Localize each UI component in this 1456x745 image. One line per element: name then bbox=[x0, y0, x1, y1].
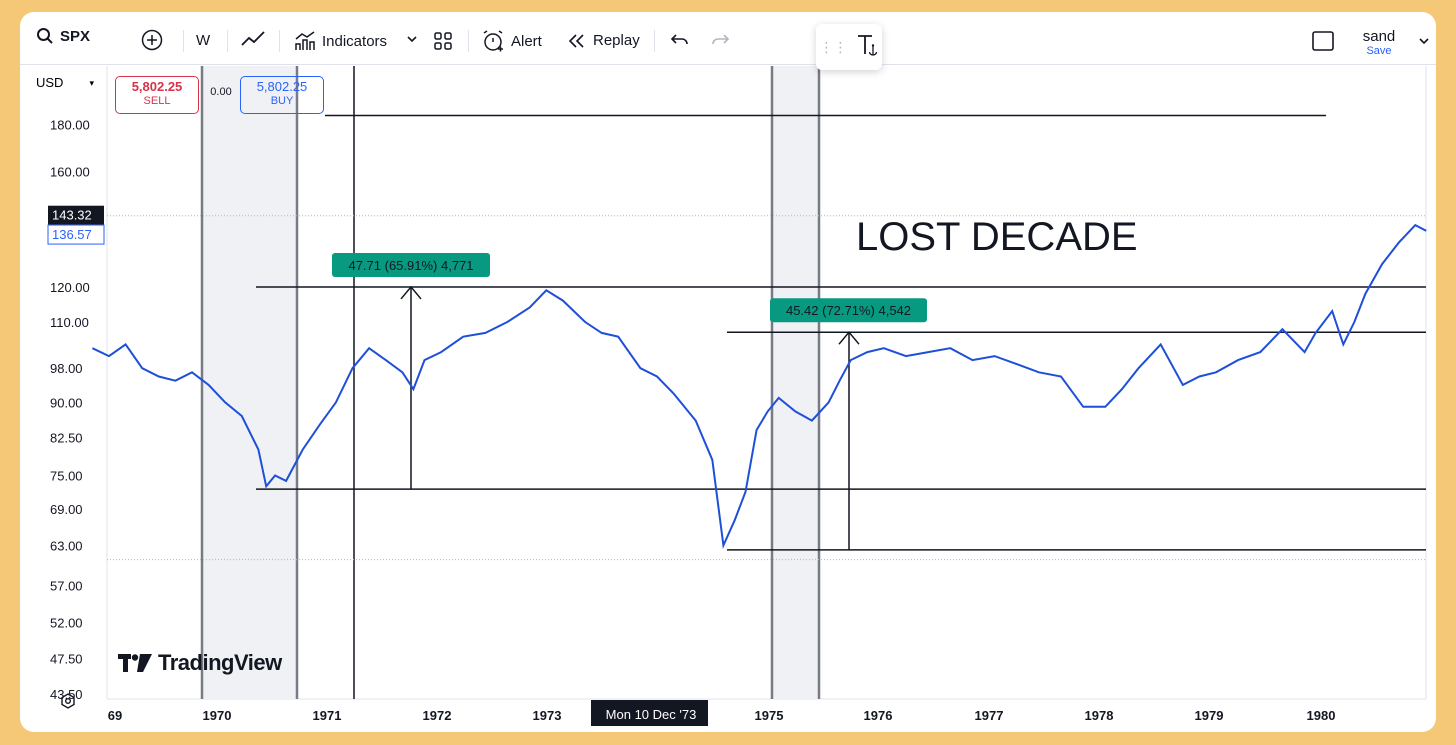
currency-label: USD bbox=[36, 75, 64, 90]
y-tick-label: 69.00 bbox=[50, 502, 83, 517]
currency-selector[interactable]: USD ▾ bbox=[36, 75, 98, 96]
shaded-zone bbox=[772, 66, 819, 699]
y-tick-label: 98.00 bbox=[50, 361, 83, 376]
sell-label: SELL bbox=[143, 94, 171, 107]
square-icon bbox=[1312, 31, 1334, 51]
x-tick-label: 1978 bbox=[1085, 708, 1114, 723]
sell-price: 5,802.25 bbox=[131, 79, 183, 94]
symbol-label: SPX bbox=[60, 27, 91, 45]
y-tick-label: 120.00 bbox=[50, 280, 90, 295]
symbol-search-button[interactable]: SPX bbox=[36, 27, 90, 45]
replay-button[interactable]: Replay bbox=[567, 32, 640, 49]
grid-icon bbox=[433, 31, 453, 51]
horizontal-lines bbox=[256, 114, 1426, 551]
y-tick-label: 52.00 bbox=[50, 615, 83, 630]
toolbar-divider bbox=[279, 30, 280, 52]
y-tick-label: 90.00 bbox=[50, 395, 83, 410]
layout-name: sand bbox=[1362, 28, 1396, 45]
alarm-clock-icon bbox=[481, 29, 505, 53]
toolbar-divider bbox=[654, 30, 655, 52]
y-tick-label: 82.50 bbox=[50, 430, 83, 445]
last-price-label: 143.32 bbox=[52, 208, 92, 223]
spread-value: 0.00 bbox=[203, 86, 239, 100]
indicators-button[interactable]: Indicators bbox=[294, 30, 387, 52]
compare-symbol-button[interactable] bbox=[141, 29, 163, 51]
undo-button[interactable] bbox=[670, 32, 690, 48]
chart-window: SPX W Indicators Alert Replay sand Save … bbox=[20, 12, 1436, 732]
chevron-down-icon bbox=[1418, 36, 1430, 46]
y-tick-label: 180.00 bbox=[50, 117, 90, 132]
x-tick-label: 1975 bbox=[755, 708, 784, 723]
top-toolbar: SPX W Indicators Alert Replay sand Save bbox=[20, 12, 1436, 64]
alert-label: Alert bbox=[511, 32, 542, 50]
lost-decade-annotation[interactable]: LOST DECADE bbox=[856, 215, 1138, 259]
chevron-down-icon: ▾ bbox=[89, 78, 94, 88]
layout-save-button[interactable]: sand Save bbox=[1350, 28, 1408, 57]
toolbar-divider bbox=[183, 30, 184, 52]
x-tick-label: 1979 bbox=[1195, 708, 1224, 723]
x-tick-label: 1970 bbox=[203, 708, 232, 723]
spread-label: 0.00 bbox=[210, 86, 232, 98]
y-tick-label: 75.00 bbox=[50, 468, 83, 483]
measure-label: 45.42 (72.71%) 4,542 bbox=[786, 303, 911, 318]
tv-logo-icon bbox=[118, 654, 152, 672]
toolbar-divider bbox=[227, 30, 228, 52]
y-tick-label: 160.00 bbox=[50, 165, 90, 180]
redo-icon bbox=[710, 32, 730, 48]
shaded-zone bbox=[202, 66, 297, 699]
alert-button[interactable]: Alert bbox=[481, 29, 542, 53]
layout-menu-dropdown[interactable] bbox=[1418, 36, 1430, 46]
save-label: Save bbox=[1366, 45, 1392, 57]
rewind-icon bbox=[567, 33, 587, 49]
time-axis: 69 1970 1971 1972 1973 Mon 10 Dec '73 1975 1976… bbox=[108, 700, 1336, 726]
x-tick-label: 1973 bbox=[533, 708, 562, 723]
x-tick-label: 69 bbox=[108, 708, 122, 723]
fullscreen-button[interactable] bbox=[1312, 31, 1334, 51]
chevron-down-icon bbox=[406, 34, 418, 44]
layout-templates-button[interactable] bbox=[433, 31, 453, 51]
sell-button[interactable]: 5,802.25 SELL bbox=[115, 76, 199, 114]
y-tick-label: 47.50 bbox=[50, 652, 83, 667]
indicators-dropdown[interactable] bbox=[406, 34, 418, 44]
interval-label: W bbox=[196, 32, 211, 49]
settings-button[interactable] bbox=[60, 693, 76, 714]
prev-price-label: 136.57 bbox=[52, 227, 92, 242]
y-tick-label: 110.00 bbox=[50, 315, 89, 330]
measure-tools[interactable]: 47.71 (65.91%) 4,771 45.42 (72.71%) 4,542 bbox=[332, 252, 927, 550]
plus-circle-icon bbox=[141, 29, 163, 51]
x-tick-label: 1976 bbox=[864, 708, 893, 723]
buy-button[interactable]: 5,802.25 BUY bbox=[240, 76, 324, 114]
price-chart[interactable]: 180.00 160.00 143.32 136.57 120.00 110.00 98.0… bbox=[20, 64, 1436, 732]
tv-logo-text: TradingView bbox=[158, 650, 282, 675]
replay-label: Replay bbox=[593, 32, 640, 49]
redo-button[interactable] bbox=[710, 32, 730, 48]
measure-label: 47.71 (65.91%) 4,771 bbox=[348, 258, 473, 273]
x-tick-label: 1971 bbox=[313, 708, 342, 723]
chart-type-button[interactable] bbox=[240, 29, 266, 49]
interval-button[interactable]: W bbox=[196, 32, 210, 49]
crosshair-date-label: Mon 10 Dec '73 bbox=[606, 707, 697, 722]
text-anchor-icon[interactable] bbox=[855, 32, 879, 63]
x-tick-label: 1980 bbox=[1307, 708, 1336, 723]
x-tick-label: 1977 bbox=[975, 708, 1004, 723]
tradingview-logo: TradingView bbox=[118, 650, 282, 676]
undo-icon bbox=[670, 32, 690, 48]
gear-icon bbox=[61, 693, 75, 709]
y-tick-label: 63.00 bbox=[50, 538, 83, 553]
indicators-icon bbox=[294, 30, 316, 52]
y-tick-label: 57.00 bbox=[50, 579, 83, 594]
buy-label: BUY bbox=[270, 94, 294, 107]
x-tick-label: 1972 bbox=[423, 708, 452, 723]
line-chart-icon bbox=[240, 29, 266, 49]
text-tool-panel[interactable]: ⋮⋮ bbox=[816, 24, 882, 70]
search-icon bbox=[36, 27, 54, 45]
buy-price: 5,802.25 bbox=[256, 79, 308, 94]
drag-handle-icon[interactable]: ⋮⋮ bbox=[820, 39, 848, 56]
toolbar-divider bbox=[468, 30, 469, 52]
indicators-label: Indicators bbox=[322, 32, 388, 50]
